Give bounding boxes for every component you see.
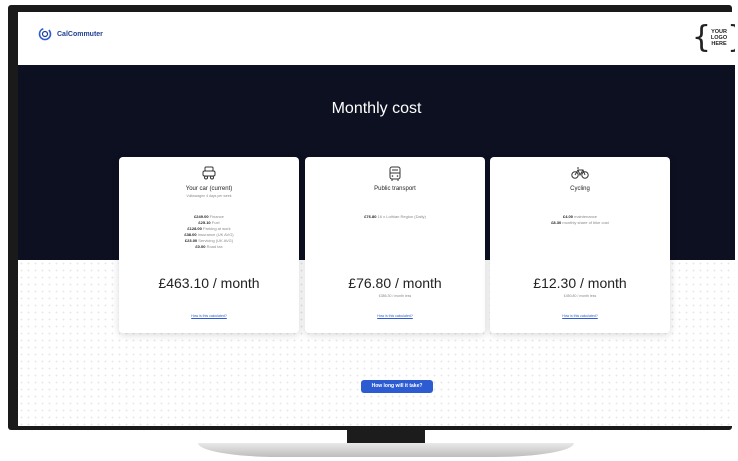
monitor-stand-base xyxy=(198,443,574,457)
card-title: Cycling xyxy=(570,186,590,192)
cost-breakdown: £249.00 Finance £25.10 Fuel £128.00 Park… xyxy=(119,214,299,250)
card-title: Your car (current) xyxy=(185,186,233,192)
card-cycling: Cycling £4.00 maintenance £8.30 monthly … xyxy=(490,157,670,333)
monthly-price: £463.10 / month xyxy=(158,275,260,291)
car-icon xyxy=(202,166,216,180)
how-long-button[interactable]: How long will it take? xyxy=(361,380,433,393)
brand[interactable]: CalCommuter xyxy=(38,27,103,41)
your-logo-placeholder: { YOUR LOGO HERE } xyxy=(691,20,735,55)
card-public-transport: Public transport £76.80 16 x Lothian Reg… xyxy=(305,157,485,333)
monthly-price: £12.30 / month xyxy=(533,275,627,291)
cost-line: £76.80 16 x Lothian Region (Daily) xyxy=(364,214,426,219)
calcommuter-logo-icon xyxy=(38,27,52,41)
logo-text-line: HERE xyxy=(711,41,727,47)
screen: CalCommuter { YOUR LOGO HERE } Monthly c… xyxy=(18,12,735,426)
card-car: Your car (current) Volkswagen 4 days per… xyxy=(119,157,299,333)
card-title: Public transport xyxy=(374,186,416,192)
brand-name: CalCommuter xyxy=(57,30,103,38)
page-title: Monthly cost xyxy=(331,100,422,117)
savings-note: £450.80 / month less xyxy=(563,294,597,298)
monitor-frame: CalCommuter { YOUR LOGO HERE } Monthly c… xyxy=(8,5,735,430)
how-calculated-link[interactable]: How is this calculated? xyxy=(490,314,670,318)
card-subtitle: Volkswagen 4 days per week xyxy=(186,194,232,198)
bus-icon xyxy=(389,166,401,181)
cost-line: £0.00 Road tax xyxy=(195,244,223,249)
cost-line: £8.30 monthly share of bike cost xyxy=(551,220,609,225)
savings-note: £386.30 / month less xyxy=(378,294,412,298)
top-bar: CalCommuter { YOUR LOGO HERE } xyxy=(18,12,735,65)
bicycle-icon xyxy=(571,167,589,179)
monthly-price: £76.80 / month xyxy=(348,275,442,291)
how-calculated-link[interactable]: How is this calculated? xyxy=(119,314,299,318)
how-calculated-link[interactable]: How is this calculated? xyxy=(305,314,485,318)
monitor-stand-neck xyxy=(347,430,425,444)
cost-breakdown: £4.00 maintenance £8.30 monthly share of… xyxy=(490,214,670,226)
cost-breakdown: £76.80 16 x Lothian Region (Daily) xyxy=(305,214,485,220)
